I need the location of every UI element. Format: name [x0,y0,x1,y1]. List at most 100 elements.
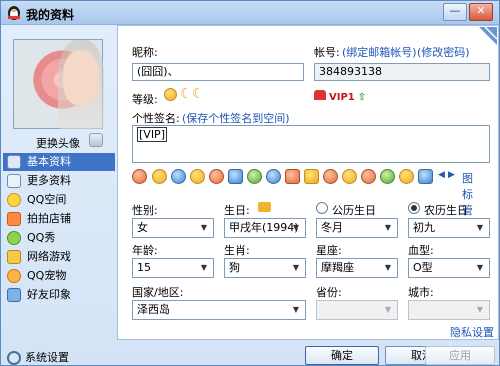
sidebar: 更换头像 基本资料 更多资料 QQ空间 拍拍店铺 QQ秀 网络游戏 QQ宠物 好… [1,25,117,365]
solar-birthday-label: 公历生日 [332,204,376,217]
sidebar-item-label: 基本资料 [27,155,71,168]
ok-button[interactable]: 确定 [305,346,379,365]
crown-icon [314,90,326,100]
window-title: 我的资料 [26,8,75,22]
constellation-label: 星座: [316,244,342,257]
avatar[interactable] [13,39,104,130]
save-signature-link[interactable]: (保存个性签名到空间) [182,110,290,126]
gift-badge-icon[interactable] [399,169,414,184]
sidebar-nav: 基本资料 更多资料 QQ空间 拍拍店铺 QQ秀 网络游戏 QQ宠物 好友印象 [3,153,115,305]
close-button[interactable]: ✕ [469,3,493,21]
change-password-link[interactable]: (修改密码) [417,44,470,60]
pet-icon [7,269,21,283]
constellation-select[interactable]: 摩羯座 ▼ [316,258,398,278]
solar-birthday-radio[interactable] [316,202,328,214]
qq-pet-badge-icon[interactable] [152,169,167,184]
music-badge-icon[interactable] [247,169,262,184]
vip-label: VIP1 [329,92,355,103]
id-card-icon [7,155,21,169]
vip-badge[interactable]: VIP1 ⇧ [314,90,366,104]
signature-text: [VIP] [137,127,167,142]
change-avatar-link[interactable]: 更换头像 [36,135,80,151]
blood-type-select[interactable]: O型 ▼ [408,258,490,278]
game-badge-icon[interactable] [132,169,147,184]
dropdown-arrow-icon: ▼ [384,223,392,232]
mail-badge-icon[interactable] [285,169,300,184]
folder-badge-icon[interactable] [304,169,319,184]
clock-badge-icon[interactable] [266,169,281,184]
level-label: 等级: [132,93,158,106]
sidebar-item-label: 更多资料 [27,174,71,187]
basic-info-panel: 昵称: (囧囧)、 帐号: (绑定邮箱帐号) (修改密码) 384893138 … [117,25,499,340]
qq-penguin-icon [8,6,20,20]
sidebar-item-label: QQ秀 [27,231,56,244]
blood-type-label: 血型: [408,244,434,257]
moon-level-icon: ☾ [192,86,205,102]
camera-badge-icon[interactable] [418,169,433,184]
minimize-icon: — [449,4,461,17]
sidebar-item-paipai[interactable]: 拍拍店铺 [3,210,115,228]
apply-button[interactable]: 应用 [425,346,495,365]
signature-label: 个性签名: [132,112,180,125]
sidebar-item-label: 网络游戏 [27,250,71,263]
country-select[interactable]: 泽西岛 ▼ [132,300,306,320]
gender-value: 女 [137,221,148,234]
sidebar-item-qqshow[interactable]: QQ秀 [3,229,115,247]
impression-icon [7,288,21,302]
sidebar-item-pet[interactable]: QQ宠物 [3,267,115,285]
lunar-birthday-radio[interactable] [408,202,420,214]
star-icon [7,193,21,207]
close-icon: ✕ [476,4,486,17]
game-icon [7,250,21,264]
bind-email-link[interactable]: (绑定邮箱帐号) [342,44,417,60]
scroll-right-icon[interactable]: ▶ [448,170,455,180]
group-badge-icon[interactable] [342,169,357,184]
birth-month-select[interactable]: 冬月 ▼ [316,218,398,238]
security-badge-icon[interactable] [171,169,186,184]
province-select[interactable]: ▼ [316,300,398,320]
avatar-frame-icon[interactable] [89,133,103,147]
dropdown-arrow-icon: ▼ [200,263,208,272]
pet-badge-icon[interactable] [209,169,224,184]
system-settings-link[interactable]: 系统设置 [7,351,69,365]
dropdown-arrow-icon: ▼ [200,223,208,232]
dropdown-arrow-icon: ▼ [292,223,300,232]
city-select[interactable]: ▼ [408,300,490,320]
moon-level-icon: ☾ [180,86,193,102]
dropdown-arrow-icon: ▼ [292,305,300,314]
character-badge-icon[interactable] [323,169,338,184]
zodiac-label: 生肖: [224,244,250,257]
zodiac-select[interactable]: 狗 ▼ [224,258,306,278]
privacy-settings-link[interactable]: 隐私设置 [450,324,494,340]
document-icon [7,174,21,188]
birth-year-select[interactable]: 甲戌年(1994) ▼ [224,218,306,238]
sidebar-item-qzone[interactable]: QQ空间 [3,191,115,209]
system-settings-label: 系统设置 [25,351,69,364]
gear-icon [7,351,21,365]
nickname-label: 昵称: [132,46,158,59]
arrow-up-icon: ⇧ [357,92,367,103]
leaf-badge-icon[interactable] [380,169,395,184]
sidebar-item-label: 好友印象 [27,288,71,301]
sidebar-item-games[interactable]: 网络游戏 [3,248,115,266]
house-badge-icon[interactable] [228,169,243,184]
nickname-input[interactable]: (囧囧)、 [132,63,304,81]
fire-badge-icon[interactable] [361,169,376,184]
blood-type-value: O型 [413,261,433,274]
birth-year-value: 甲戌年(1994) [229,221,299,234]
sidebar-item-basic[interactable]: 基本资料 [3,153,115,171]
age-select[interactable]: 15 ▼ [132,258,214,278]
corner-page-icon[interactable] [479,27,497,45]
scroll-left-icon[interactable]: ◀ [438,170,445,180]
sidebar-item-label: QQ宠物 [27,269,67,282]
sidebar-item-more[interactable]: 更多资料 [3,172,115,190]
minimize-button[interactable]: — [443,3,467,21]
signature-textarea[interactable]: [VIP] [132,125,490,163]
country-label: 国家/地区: [132,286,184,299]
city-label: 城市: [408,286,434,299]
sidebar-item-impression[interactable]: 好友印象 [3,286,115,304]
smile-badge-icon[interactable] [190,169,205,184]
birth-day-select[interactable]: 初九 ▼ [408,218,490,238]
gender-select[interactable]: 女 ▼ [132,218,214,238]
gender-label: 性别: [132,204,158,217]
